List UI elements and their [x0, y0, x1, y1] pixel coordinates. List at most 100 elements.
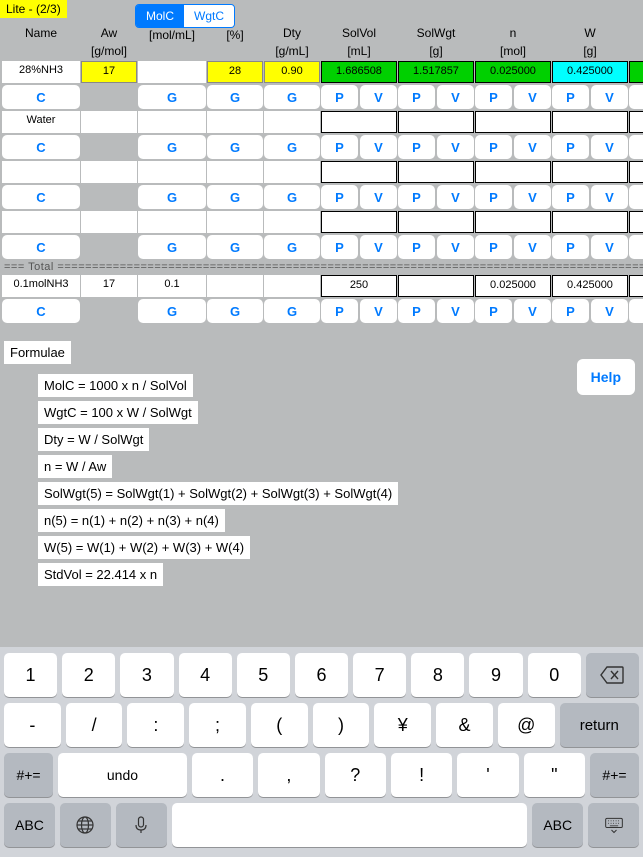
row0-wgtc-cell[interactable]: 28 — [207, 61, 263, 83]
row0-name-cell[interactable]: 28%NH3 — [2, 61, 80, 83]
total-P-button[interactable]: P — [321, 299, 358, 323]
total-G-button[interactable]: G — [207, 299, 263, 323]
row3-P-button[interactable]: P — [552, 235, 589, 259]
key-sym[interactable]: - — [4, 703, 61, 747]
key-0[interactable]: 0 — [528, 653, 581, 697]
row1-C-button[interactable]: C — [2, 135, 80, 159]
row2-G-button[interactable]: G — [138, 185, 206, 209]
row0-aw-cell[interactable]: 17 — [81, 61, 137, 83]
total-molc[interactable]: 0.1 — [138, 275, 206, 297]
row2-name-cell[interactable] — [2, 161, 80, 183]
total-solvol[interactable]: 250 — [321, 275, 397, 297]
total-P-button[interactable]: P — [552, 299, 589, 323]
row0-molc-cell[interactable] — [138, 61, 206, 83]
row3-V-button[interactable]: V — [437, 235, 474, 259]
row2-P-button[interactable]: P — [321, 185, 358, 209]
row0-G-button[interactable]: G — [264, 85, 320, 109]
key-2[interactable]: 2 — [62, 653, 115, 697]
row0-n-cell[interactable]: 0.025000 — [475, 61, 551, 83]
undo-key[interactable]: undo — [58, 753, 187, 797]
row2-stdvol-cell[interactable] — [629, 161, 643, 183]
row2-P-button[interactable]: P — [475, 185, 512, 209]
row1-V-button[interactable]: V — [437, 135, 474, 159]
total-P-button[interactable]: P — [629, 299, 643, 323]
row2-V-button[interactable]: V — [437, 185, 474, 209]
row1-solwgt-cell[interactable] — [398, 111, 474, 133]
row3-P-button[interactable]: P — [629, 235, 643, 259]
row3-w-cell[interactable] — [552, 211, 628, 233]
symbols-key-right[interactable]: #+= — [590, 753, 639, 797]
row1-G-button[interactable]: G — [207, 135, 263, 159]
total-dty[interactable] — [264, 275, 320, 297]
row3-dty-cell[interactable] — [264, 211, 320, 233]
row0-solwgt-cell[interactable]: 1.517857 — [398, 61, 474, 83]
row2-P-button[interactable]: P — [552, 185, 589, 209]
key-sym[interactable]: & — [436, 703, 493, 747]
key-8[interactable]: 8 — [411, 653, 464, 697]
row2-V-button[interactable]: V — [360, 185, 397, 209]
row2-solwgt-cell[interactable] — [398, 161, 474, 183]
row1-V-button[interactable]: V — [591, 135, 628, 159]
row1-P-button[interactable]: P — [398, 135, 435, 159]
row2-n-cell[interactable] — [475, 161, 551, 183]
key-1[interactable]: 1 — [4, 653, 57, 697]
row1-molc-cell[interactable] — [138, 111, 206, 133]
key-sym[interactable]: ? — [325, 753, 386, 797]
total-V-button[interactable]: V — [514, 299, 551, 323]
total-V-button[interactable]: V — [360, 299, 397, 323]
key-sym[interactable]: ( — [251, 703, 308, 747]
total-V-button[interactable]: V — [437, 299, 474, 323]
key-sym[interactable]: : — [127, 703, 184, 747]
row1-P-button[interactable]: P — [321, 135, 358, 159]
abc-key-right[interactable]: ABC — [532, 803, 583, 847]
globe-key[interactable] — [60, 803, 111, 847]
row0-stdvol-cell[interactable]: 0.560350 — [629, 61, 643, 83]
row0-V-button[interactable]: V — [360, 85, 397, 109]
row3-G-button[interactable]: G — [138, 235, 206, 259]
key-sym[interactable]: @ — [498, 703, 555, 747]
key-sym[interactable]: , — [258, 753, 319, 797]
total-G-button[interactable]: G — [264, 299, 320, 323]
row1-P-button[interactable]: P — [552, 135, 589, 159]
row1-solvol-cell[interactable] — [321, 111, 397, 133]
symbols-key-left[interactable]: #+= — [4, 753, 53, 797]
mic-key[interactable] — [116, 803, 167, 847]
row1-name-cell[interactable]: Water — [2, 111, 80, 133]
hide-keyboard-key[interactable] — [588, 803, 639, 847]
total-C-button[interactable]: C — [2, 299, 80, 323]
row0-V-button[interactable]: V — [591, 85, 628, 109]
key-3[interactable]: 3 — [120, 653, 173, 697]
row3-V-button[interactable]: V — [514, 235, 551, 259]
total-aw[interactable]: 17 — [81, 275, 137, 297]
row0-V-button[interactable]: V — [514, 85, 551, 109]
total-stdvol[interactable]: 0.560350 — [629, 275, 643, 297]
row3-name-cell[interactable] — [2, 211, 80, 233]
row3-P-button[interactable]: P — [398, 235, 435, 259]
row1-P-button[interactable]: P — [629, 135, 643, 159]
row0-solvol-cell[interactable]: 1.686508 — [321, 61, 397, 83]
row3-G-button[interactable]: G — [207, 235, 263, 259]
row2-P-button[interactable]: P — [398, 185, 435, 209]
row3-aw-cell[interactable] — [81, 211, 137, 233]
row1-G-button[interactable]: G — [264, 135, 320, 159]
row2-solvol-cell[interactable] — [321, 161, 397, 183]
key-sym[interactable]: ; — [189, 703, 246, 747]
row0-P-button[interactable]: P — [629, 85, 643, 109]
row0-w-cell[interactable]: 0.425000 — [552, 61, 628, 83]
row1-V-button[interactable]: V — [360, 135, 397, 159]
row0-P-button[interactable]: P — [321, 85, 358, 109]
row2-molc-cell[interactable] — [138, 161, 206, 183]
row2-G-button[interactable]: G — [207, 185, 263, 209]
total-w[interactable]: 0.425000 — [552, 275, 628, 297]
total-P-button[interactable]: P — [398, 299, 435, 323]
row2-C-button[interactable]: C — [2, 185, 80, 209]
row0-P-button[interactable]: P — [475, 85, 512, 109]
key-sym[interactable]: ) — [313, 703, 370, 747]
row1-V-button[interactable]: V — [514, 135, 551, 159]
key-sym[interactable]: . — [192, 753, 253, 797]
row0-P-button[interactable]: P — [552, 85, 589, 109]
total-P-button[interactable]: P — [475, 299, 512, 323]
seg-molc[interactable]: MolC — [136, 5, 184, 27]
row0-P-button[interactable]: P — [398, 85, 435, 109]
row2-aw-cell[interactable] — [81, 161, 137, 183]
